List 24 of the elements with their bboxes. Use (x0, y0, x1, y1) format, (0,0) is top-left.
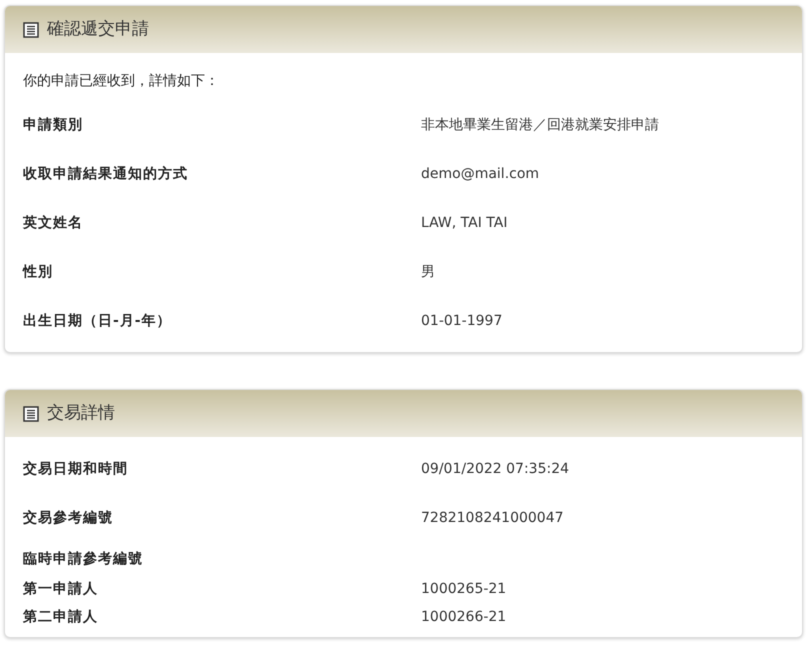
field-label: 臨時申請參考編號 (23, 550, 144, 568)
field-value: 01-01-1997 (421, 312, 502, 331)
list-icon (23, 406, 39, 422)
field-value: 1000265-21 (421, 580, 506, 598)
field-label: 交易日期和時間 (23, 460, 129, 479)
field-label: 性別 (23, 263, 54, 282)
field-label: 第一申請人 (23, 580, 99, 598)
field-value: 09/01/2022 07:35:24 (421, 460, 570, 479)
list-icon (23, 22, 39, 38)
field-value: 7282108241000047 (421, 509, 564, 528)
field-label: 出生日期（日-月-年） (23, 312, 173, 331)
intro-text: 你的申請已經收到，詳情如下： (23, 72, 219, 90)
field-value: 男 (421, 263, 435, 282)
field-value: demo@mail.com (421, 165, 540, 184)
field-label: 交易參考編號 (23, 508, 114, 528)
field-value: 1000266-21 (421, 608, 506, 626)
field-label: 收取申請結果通知的方式 (23, 164, 189, 184)
panel-title: 確認遞交申請 (47, 18, 149, 41)
field-label: 英文姓名 (23, 214, 84, 233)
panel-title: 交易詳情 (47, 402, 115, 425)
field-label: 申請類別 (23, 116, 84, 135)
field-label: 第二申請人 (23, 608, 99, 626)
field-value: 非本地畢業生留港／回港就業安排申請 (421, 116, 659, 135)
field-value: LAW, TAI TAI (421, 214, 508, 233)
